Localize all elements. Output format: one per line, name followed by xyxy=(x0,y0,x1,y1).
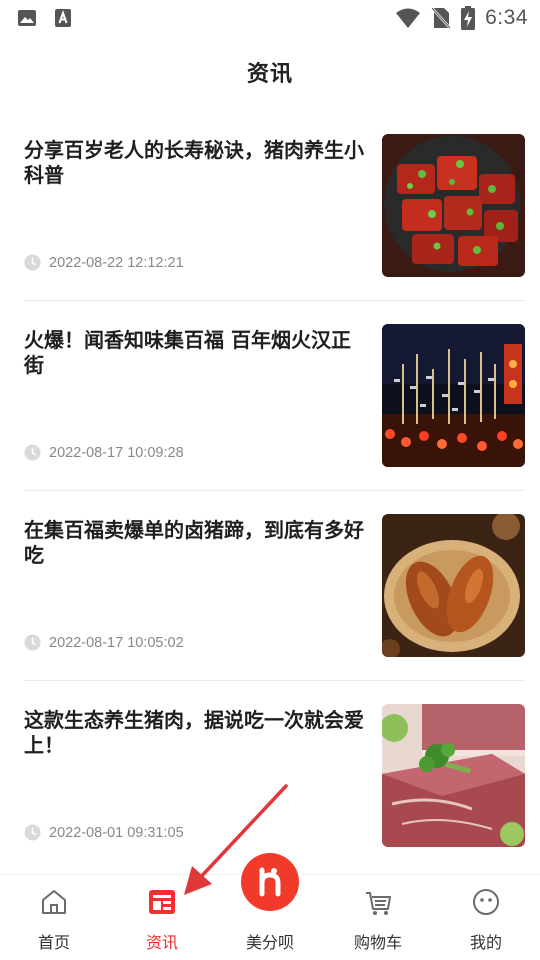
status-time: 6:34 xyxy=(485,6,528,29)
clock-icon xyxy=(24,634,41,651)
meifenbei-logo-icon xyxy=(241,853,299,911)
article-thumbnail[interactable] xyxy=(382,514,525,657)
page-title: 资讯 xyxy=(246,62,293,87)
nav-item-cart[interactable]: 购物车 xyxy=(324,875,432,960)
bottom-nav: 首页 资讯 美分呗 购物车 我的 xyxy=(0,853,540,960)
article-timestamp: 2022-08-17 10:09:28 xyxy=(24,444,184,461)
nav-label-profile: 我的 xyxy=(469,933,502,952)
home-icon xyxy=(42,890,66,914)
clock-icon xyxy=(24,254,41,271)
clock-icon xyxy=(24,824,41,841)
status-bar: 6:34 xyxy=(0,0,540,38)
cart-icon xyxy=(366,892,391,915)
article-title: 在集百福卖爆单的卤猪蹄，到底有多好吃 xyxy=(24,518,364,567)
article-card[interactable]: 这款生态养生猪肉，据说吃一次就会爱上！ 2022-08-01 09:31:05 xyxy=(24,680,525,870)
wifi-icon xyxy=(396,8,421,28)
nav-label-cart: 购物车 xyxy=(353,933,402,952)
nav-item-news[interactable]: 资讯 xyxy=(108,875,216,960)
article-time-text: 2022-08-22 12:12:21 xyxy=(49,254,184,271)
article-timestamp: 2022-08-17 10:05:02 xyxy=(24,634,184,651)
article-card[interactable]: 分享百岁老人的长寿秘诀，猪肉养生小科普 2022-08-22 12:12:21 xyxy=(24,110,525,300)
news-icon xyxy=(149,890,175,914)
nav-label-meifenbei: 美分呗 xyxy=(245,933,294,952)
no-sim-icon xyxy=(431,7,452,29)
article-thumbnail[interactable] xyxy=(382,134,525,277)
article-thumbnail[interactable] xyxy=(382,704,525,847)
nav-item-profile[interactable]: 我的 xyxy=(432,875,540,960)
nav-item-home[interactable]: 首页 xyxy=(0,875,108,960)
nav-label-home: 首页 xyxy=(37,933,70,952)
clock-icon xyxy=(24,444,41,461)
article-timestamp: 2022-08-01 09:31:05 xyxy=(24,824,184,841)
raw-pork-image xyxy=(382,704,525,847)
nav-label-news: 资讯 xyxy=(145,933,178,952)
font-a-icon xyxy=(55,9,71,27)
article-card[interactable]: 火爆！闻香知味集百福 百年烟火汉正街 2022-08-17 10:09:28 xyxy=(24,300,525,490)
article-time-text: 2022-08-01 09:31:05 xyxy=(49,824,184,841)
braised-trotters-image xyxy=(382,514,525,657)
article-title: 火爆！闻香知味集百福 百年烟火汉正街 xyxy=(24,328,351,377)
article-title: 分享百岁老人的长寿秘诀，猪肉养生小科普 xyxy=(24,138,364,187)
night-street-image xyxy=(382,324,525,467)
article-time-text: 2022-08-17 10:09:28 xyxy=(49,444,184,461)
article-timestamp: 2022-08-22 12:12:21 xyxy=(24,254,184,271)
nav-item-meifenbei[interactable]: 美分呗 xyxy=(216,853,324,960)
article-time-text: 2022-08-17 10:05:02 xyxy=(49,634,184,651)
braised-pork-image xyxy=(382,134,525,277)
profile-face-icon xyxy=(473,889,499,915)
image-icon xyxy=(18,10,36,26)
article-title: 这款生态养生猪肉，据说吃一次就会爱上！ xyxy=(24,708,364,757)
article-thumbnail[interactable] xyxy=(382,324,525,467)
article-card[interactable]: 在集百福卖爆单的卤猪蹄，到底有多好吃 2022-08-17 10:05:02 xyxy=(24,490,525,680)
page-header: 资讯 xyxy=(0,50,540,100)
battery-charging-icon xyxy=(461,6,476,30)
